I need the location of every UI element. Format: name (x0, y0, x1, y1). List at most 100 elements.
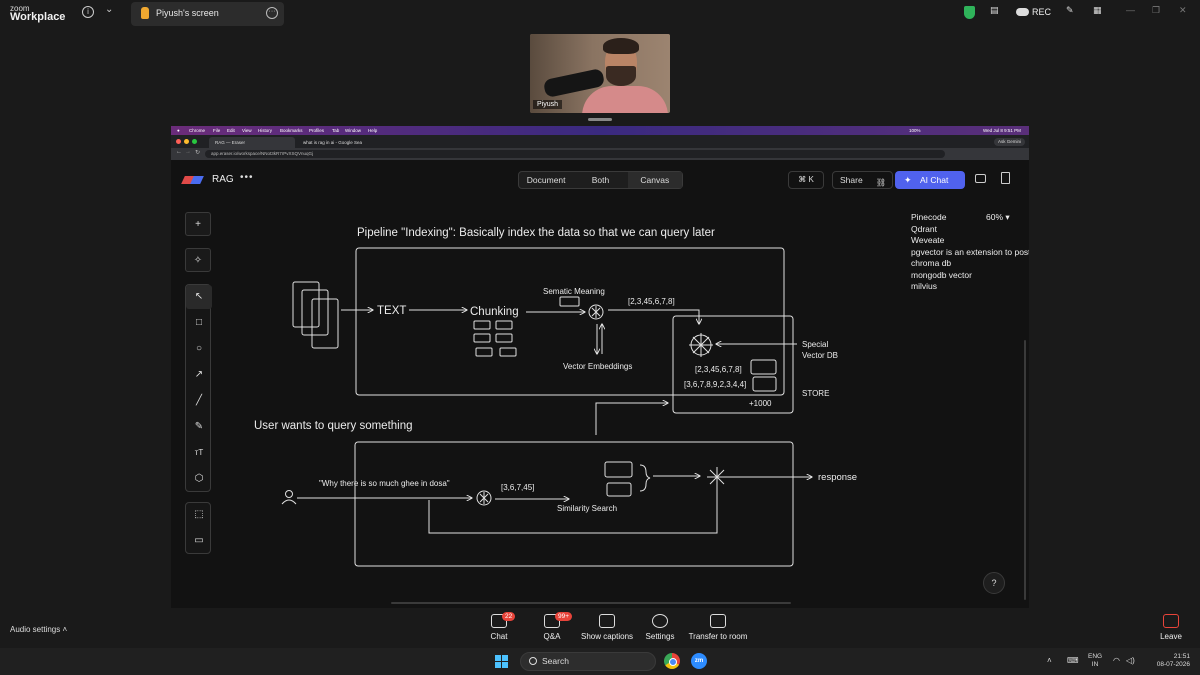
ai-chat-label: AI Chat (920, 175, 949, 185)
text-icon[interactable]: ᴛT (186, 441, 212, 465)
view-mode-both[interactable]: Both (573, 172, 627, 188)
chevron-down-icon[interactable]: ⌄ (105, 4, 113, 15)
list-item: Weveate (911, 235, 945, 245)
shapes-icon[interactable]: ⬡ (186, 467, 212, 491)
store-row-2: [3,6,7,8,9,2,3,4,4] (684, 380, 746, 389)
sparkle-icon: ✦ (904, 175, 912, 185)
gear-icon (652, 614, 668, 628)
address-bar[interactable]: app.eraser.io/workspace/NNot3kR7rPvXSQVn… (205, 150, 945, 158)
share-button[interactable]: Share ⛓ (832, 171, 893, 189)
ai-chat-button[interactable]: ✦ AI Chat (895, 171, 965, 189)
zoom-app-icon[interactable]: zm (691, 653, 707, 669)
maximize-icon[interactable]: ❐ (1152, 5, 1160, 21)
canvas[interactable]: Pipeline "Indexing": Basically index the… (171, 200, 1029, 608)
similarity-search-label: Similarity Search (557, 504, 617, 513)
help-button[interactable]: ? (983, 572, 1005, 594)
zoom-level-dropdown[interactable]: 60% ▾ (986, 212, 1010, 223)
windows-start-icon[interactable] (495, 655, 508, 668)
eraser-logo[interactable] (181, 176, 204, 184)
list-item: chroma db (911, 258, 952, 268)
share-label: Share (840, 175, 863, 185)
drawing-tools: ↖ □ ○ ↗ ╱ ✎ ᴛT ⬡ (185, 284, 212, 492)
info-icon[interactable]: i (82, 6, 94, 18)
list-item: mongodb vector (911, 269, 972, 280)
participant-video[interactable]: Piyush (530, 34, 670, 113)
extra-tools: ⬚ ▭ (185, 502, 211, 554)
window-zoom-dot[interactable] (192, 139, 197, 144)
query-vector-label: [3,6,7,45] (501, 483, 534, 492)
rectangle-icon[interactable]: □ (186, 311, 212, 335)
qa-button[interactable]: 99+ Q&A (537, 612, 573, 641)
qa-badge: 99+ (555, 612, 573, 621)
file-menu-button[interactable]: ••• (240, 172, 254, 183)
settings-button[interactable]: Settings (644, 614, 676, 641)
comments-icon[interactable] (975, 174, 986, 183)
notes-icon[interactable]: ▤ (990, 5, 999, 21)
taskbar-search[interactable]: Search (520, 652, 656, 671)
windows-taskbar: Search zm ˄ ⌨ ENG IN ◠ ◁) 21:51 08-07-20… (0, 648, 1200, 675)
file-title[interactable]: RAG (212, 174, 234, 185)
chrome-icon[interactable] (664, 653, 680, 669)
reload-icon[interactable]: ↻ (195, 149, 200, 156)
chat-button[interactable]: 22 Chat (484, 612, 516, 641)
export-icon[interactable] (1001, 172, 1010, 184)
audio-settings-button[interactable]: Audio settings ˄ (10, 625, 67, 634)
encryption-shield-icon[interactable] (964, 6, 975, 19)
special-db-label-2: Vector DB (802, 351, 838, 360)
indexing-title: Pipeline "Indexing": Basically index the… (357, 227, 715, 239)
chevron-up-icon: ˄ (62, 625, 68, 634)
view-icon[interactable]: ▦ (1093, 5, 1102, 21)
frame-icon[interactable]: ⬚ (186, 503, 212, 527)
raised-hand-icon (141, 7, 149, 19)
video-drag-handle[interactable] (588, 118, 612, 121)
volume-icon[interactable]: ◁) (1126, 656, 1135, 665)
cloud-record-icon[interactable] (1016, 8, 1029, 16)
browser-tab-google[interactable]: what is rag in ai - Google Sea (297, 137, 381, 148)
participant-name: Piyush (533, 100, 563, 109)
show-captions-button[interactable]: Show captions (578, 614, 636, 641)
view-mode-document[interactable]: Document (519, 172, 573, 188)
transfer-to-room-button[interactable]: Transfer to room (688, 614, 748, 641)
chevron-up-icon[interactable]: ˄ (1047, 656, 1052, 665)
minimize-icon[interactable]: — (1126, 5, 1135, 21)
more-options-icon[interactable]: ··· (266, 7, 278, 19)
ellipse-icon[interactable]: ○ (186, 337, 212, 361)
window-minimize-dot[interactable] (184, 139, 189, 144)
chevron-down-icon: ▾ (1005, 212, 1010, 222)
comment-icon[interactable]: ▭ (186, 529, 212, 553)
canvas-toolbar: + ✧ ↖ □ ○ ↗ ╱ ✎ ᴛT ⬡ ⬚ ▭ (185, 212, 212, 554)
select-icon[interactable]: ↖ (186, 285, 212, 309)
mac-menu-bar: ● Chrome File Edit View History Bookmark… (171, 126, 1029, 135)
wifi-icon[interactable]: ◠ (1113, 656, 1120, 665)
line-icon[interactable]: ╱ (186, 389, 212, 413)
system-clock[interactable]: 21:51 08-07-2026 (1146, 653, 1190, 669)
query-text: "Why there is so much ghee in dosa" (319, 479, 450, 488)
keyboard-icon[interactable]: ⌨ (1067, 656, 1079, 665)
close-icon[interactable]: ✕ (1179, 5, 1187, 21)
window-close-dot[interactable] (176, 139, 181, 144)
query-title: User wants to query something (254, 420, 413, 432)
vertical-scrollbar[interactable] (1024, 340, 1026, 600)
ai-magic-icon[interactable]: ✧ (185, 248, 211, 272)
horizontal-scrollbar[interactable] (391, 602, 791, 604)
back-icon[interactable]: ← (176, 149, 182, 155)
command-palette-button[interactable]: ⌘ K (788, 171, 824, 189)
ask-gemini-button[interactable]: Ask Gemini (993, 138, 1025, 146)
transfer-icon (710, 614, 726, 628)
zoom-top-bar: zoom Workplace i ⌄ Piyush's screen ··· ▤… (0, 0, 1200, 28)
language-indicator[interactable]: ENG IN (1088, 653, 1102, 669)
forward-icon[interactable]: → (185, 149, 191, 155)
leave-button[interactable]: Leave (1156, 614, 1186, 641)
arrow-icon[interactable]: ↗ (186, 363, 212, 387)
search-icon (529, 657, 537, 665)
chat-badge: 22 (502, 612, 516, 621)
browser-tab-rag[interactable]: RAG — Eraser (209, 137, 295, 148)
pen-icon[interactable]: ✎ (186, 415, 212, 439)
add-button[interactable]: + (185, 212, 211, 236)
view-mode-canvas[interactable]: Canvas (627, 172, 682, 188)
annotate-icon[interactable]: ✎ (1066, 5, 1074, 21)
rec-label[interactable]: REC (1032, 7, 1051, 17)
app-header: RAG ••• Document Both Canvas ⌘ K Share ⛓… (171, 160, 1029, 200)
screen-share-indicator[interactable]: Piyush's screen ··· (131, 2, 284, 26)
browser-toolbar: ← → ↻ app.eraser.io/workspace/NNot3kR7rP… (171, 148, 1029, 160)
